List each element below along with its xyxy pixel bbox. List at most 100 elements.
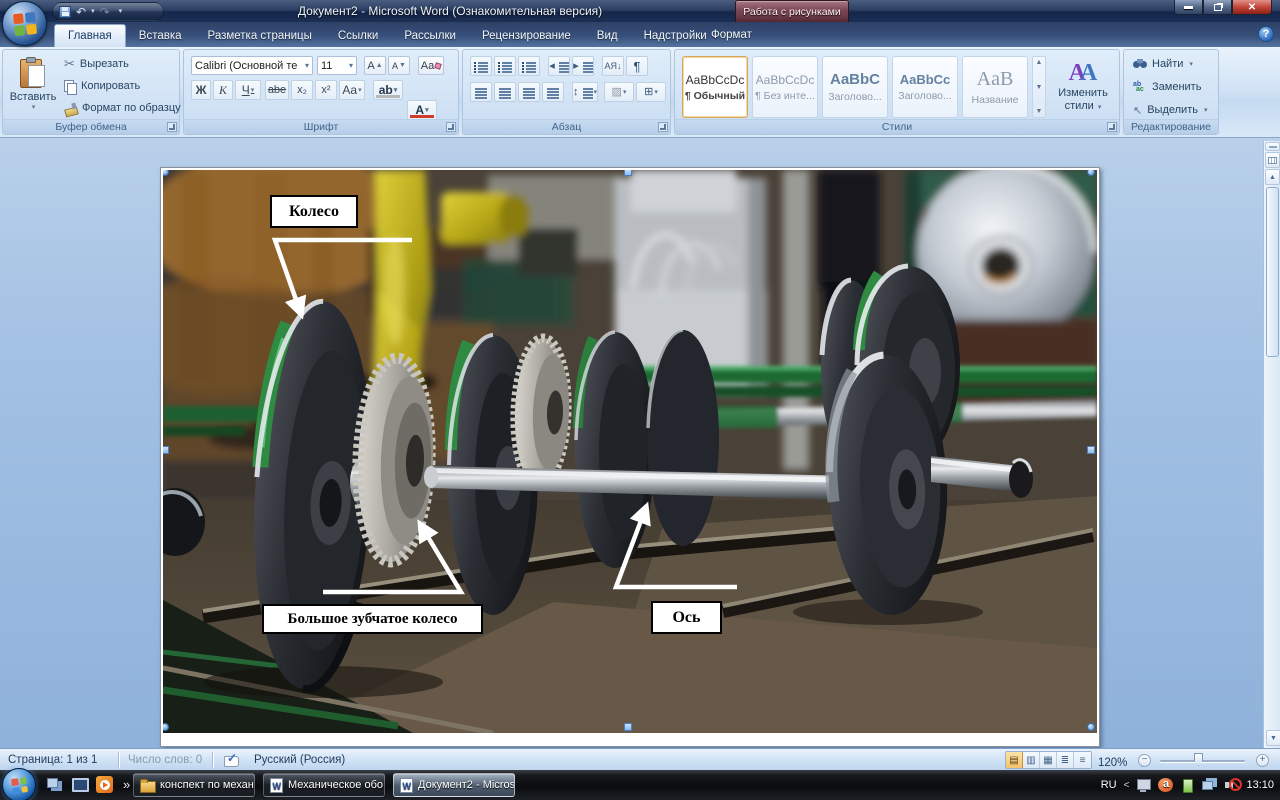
tab-page-layout[interactable]: Разметка страницы	[195, 25, 325, 47]
multilevel-list-button[interactable]	[518, 56, 540, 76]
find-button[interactable]: Найти ▾	[1130, 55, 1210, 73]
web-layout-view-button[interactable]: ▦	[1040, 752, 1057, 768]
taskbar-item-word-doc2[interactable]: Документ2 - Micros...	[393, 773, 515, 797]
paste-button[interactable]: Вставить ▾	[9, 54, 57, 118]
tray-expand-icon[interactable]: <	[1124, 780, 1130, 791]
gallery-more-icon[interactable]: ▼	[1036, 108, 1043, 115]
clipboard-dialog-launcher[interactable]	[167, 122, 177, 132]
tab-view[interactable]: Вид	[584, 25, 631, 47]
minimize-button[interactable]	[1174, 0, 1203, 15]
tab-home[interactable]: Главная	[54, 24, 126, 47]
switch-windows-icon[interactable]	[46, 776, 63, 793]
select-button[interactable]: ↖ Выделить ▾	[1130, 101, 1210, 119]
justify-button[interactable]	[542, 82, 564, 102]
word-count[interactable]: Число слов: 0	[122, 749, 208, 771]
zoom-slider-thumb[interactable]	[1194, 753, 1203, 766]
spellcheck-status[interactable]	[218, 749, 245, 771]
styles-gallery-scroll[interactable]: ▲ ▼ ▼	[1032, 56, 1046, 118]
quick-launch-overflow-icon[interactable]: »	[123, 777, 130, 792]
scroll-up-button[interactable]: ▲	[1265, 169, 1280, 185]
style-title[interactable]: AaB Название	[962, 56, 1028, 118]
font-dialog-launcher[interactable]	[446, 122, 456, 132]
customize-qat-icon[interactable]: ▾	[119, 8, 123, 15]
font-size-combo[interactable]: 11 ▾	[317, 56, 357, 75]
clear-formatting-button[interactable]: Aa	[418, 56, 444, 75]
tab-insert[interactable]: Вставка	[126, 25, 195, 47]
office-button[interactable]	[2, 1, 47, 46]
sort-button[interactable]: АЯ↓	[602, 56, 624, 76]
vertical-scrollbar[interactable]: ▲ ▼	[1263, 141, 1280, 748]
handle-bottom-middle[interactable]	[624, 723, 632, 731]
zoom-in-button[interactable]: +	[1256, 754, 1269, 767]
taskbar-item-word-doc1[interactable]: Механическое обо...	[263, 773, 385, 797]
wheelset-photo[interactable]: Колесо Большое зубчатое колесо Ось	[163, 170, 1097, 733]
decrease-indent-button[interactable]: ◂	[548, 56, 570, 76]
font-color-button[interactable]: А ▾	[407, 100, 437, 120]
power-tray-icon[interactable]	[1180, 778, 1195, 793]
handle-bottom-right[interactable]	[1087, 723, 1095, 731]
scrollbar-thumb[interactable]	[1265, 187, 1279, 357]
style-no-spacing[interactable]: AaBbCcDc ¶ Без инте...	[752, 56, 818, 118]
align-right-button[interactable]	[518, 82, 540, 102]
italic-button[interactable]: К	[213, 80, 233, 100]
borders-button[interactable]: ⊞ ▾	[636, 82, 666, 102]
tab-review[interactable]: Рецензирование	[469, 25, 584, 47]
redo-button[interactable]: ↷	[100, 6, 110, 18]
format-painter-button[interactable]: Формат по образцу	[61, 99, 184, 117]
replace-button[interactable]: ab ac Заменить	[1130, 78, 1210, 96]
style-normal[interactable]: AaBbCcDc ¶ Обычный	[682, 56, 748, 118]
reading-view-button[interactable]: ▥	[1023, 752, 1040, 768]
strikethrough-button[interactable]: abe	[265, 80, 289, 100]
change-styles-button[interactable]: AA Изменить стили ▾	[1051, 56, 1115, 118]
grow-font-button[interactable]: А ▲	[364, 56, 386, 75]
handle-top-middle[interactable]	[624, 170, 632, 176]
antivirus-tray-icon[interactable]	[1158, 778, 1174, 792]
zoom-out-button[interactable]: −	[1138, 754, 1151, 767]
shading-button[interactable]: ▨ ▾	[604, 82, 634, 102]
underline-button[interactable]: Ч ▾	[235, 80, 261, 100]
scroll-down-button[interactable]: ▼	[1266, 730, 1280, 746]
highlight-button[interactable]: ab ▾	[373, 80, 403, 100]
bullets-button[interactable]	[470, 56, 492, 76]
print-layout-view-button[interactable]: ▤	[1006, 752, 1023, 768]
language-indicator[interactable]: Русский (Россия)	[248, 749, 351, 771]
font-name-combo[interactable]: Calibri (Основной те ▾	[191, 56, 313, 75]
restore-button[interactable]	[1203, 0, 1232, 15]
paragraph-dialog-launcher[interactable]	[658, 122, 668, 132]
styles-dialog-launcher[interactable]	[1107, 122, 1117, 132]
show-desktop-icon[interactable]	[71, 776, 89, 793]
media-player-icon[interactable]	[96, 776, 113, 793]
outline-view-button[interactable]: ≣	[1057, 752, 1074, 768]
shrink-font-button[interactable]: А ▼	[388, 56, 410, 75]
style-heading2[interactable]: AaBbCc Заголово...	[892, 56, 958, 118]
ruler-toggle-button[interactable]	[1265, 152, 1280, 168]
subscript-button[interactable]: x₂	[291, 80, 313, 100]
style-heading1[interactable]: AaBbC Заголово...	[822, 56, 888, 118]
undo-dropdown-icon[interactable]: ▾	[91, 8, 95, 15]
handle-left-middle[interactable]	[163, 446, 169, 454]
start-button[interactable]	[2, 768, 36, 800]
draft-view-button[interactable]: ≡	[1074, 752, 1091, 768]
save-icon[interactable]	[59, 5, 71, 18]
tab-references[interactable]: Ссылки	[325, 25, 392, 47]
undo-button[interactable]: ↶	[76, 6, 86, 18]
handle-right-middle[interactable]	[1087, 446, 1095, 454]
align-left-button[interactable]	[470, 82, 492, 102]
document-page[interactable]: Колесо Большое зубчатое колесо Ось	[160, 167, 1100, 747]
increase-indent-button[interactable]: ▸	[572, 56, 594, 76]
copy-button[interactable]: Копировать	[61, 77, 184, 95]
bold-button[interactable]: Ж	[191, 80, 211, 100]
scroll-up-icon[interactable]: ▲	[1036, 59, 1043, 66]
cut-button[interactable]: ✂ Вырезать	[61, 55, 184, 73]
help-icon[interactable]: ?	[1258, 26, 1274, 42]
close-button[interactable]: ✕	[1232, 0, 1272, 15]
taskbar-item-folder[interactable]: конспект по механ...	[133, 773, 255, 797]
volume-muted-icon[interactable]	[1224, 778, 1243, 792]
superscript-button[interactable]: x²	[315, 80, 337, 100]
split-handle[interactable]	[1265, 142, 1280, 151]
tab-mailings[interactable]: Рассылки	[391, 25, 469, 47]
language-tray-indicator[interactable]: RU	[1101, 779, 1117, 791]
numbering-button[interactable]	[494, 56, 516, 76]
scroll-down-icon[interactable]: ▼	[1036, 84, 1043, 91]
network-tray-icon[interactable]	[1202, 778, 1217, 792]
